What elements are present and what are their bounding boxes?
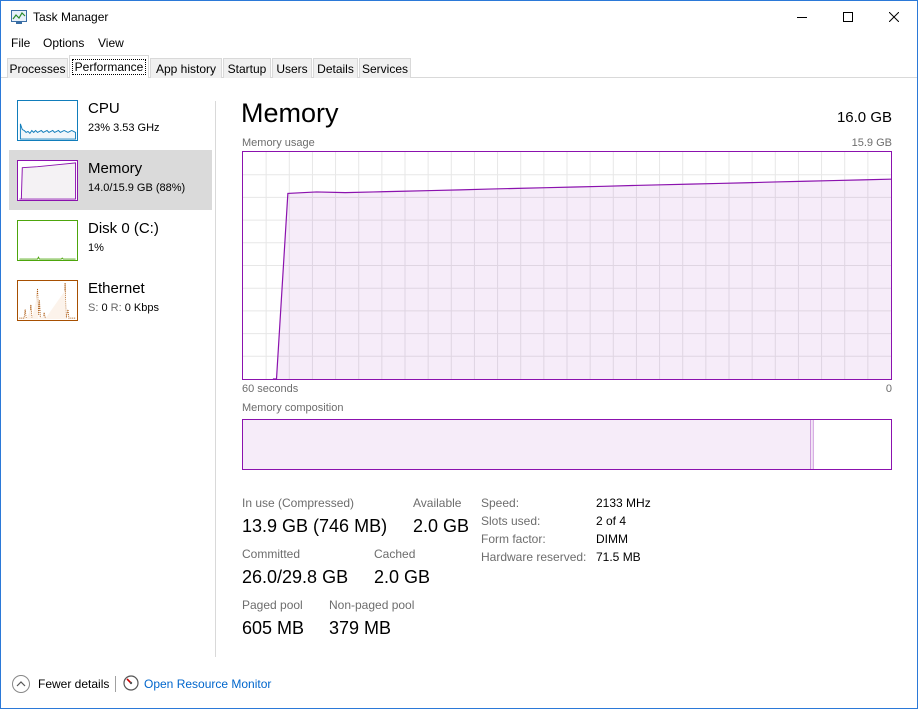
cpu-thumbnail-graph: [17, 100, 78, 141]
sidebar-memory-name: Memory: [88, 160, 143, 177]
tab-details-label: Details: [317, 61, 354, 76]
close-button[interactable]: [871, 1, 917, 32]
sidebar-memory-sub: 14.0/15.9 GB (88%): [88, 182, 186, 194]
ethernet-send-value: 0: [101, 302, 108, 314]
sidebar-disk-sub: 1%: [88, 242, 104, 254]
hardware-reserved-value: 71.5 MB: [596, 550, 641, 564]
fewer-details-link[interactable]: Fewer details: [38, 677, 109, 691]
task-manager-app-icon: [11, 10, 27, 24]
tab-services[interactable]: Services: [359, 58, 411, 78]
tab-startup[interactable]: Startup: [223, 58, 271, 78]
tab-strip: Processes Performance App history Startu…: [1, 55, 917, 78]
menu-view[interactable]: View: [98, 36, 124, 50]
nonpaged-pool-label: Non-paged pool: [329, 598, 415, 612]
in-use-value: 13.9 GB (746 MB): [242, 516, 388, 536]
task-manager-window: Task Manager File Options View Processes…: [0, 0, 918, 709]
ethernet-receive-value: 0 Kbps: [124, 302, 159, 314]
open-resource-monitor-link[interactable]: Open Resource Monitor: [144, 677, 271, 691]
graph-axis-left: 60 seconds: [242, 383, 299, 395]
tab-performance[interactable]: Performance: [69, 55, 149, 78]
tab-processes-label: Processes: [9, 61, 66, 76]
form-factor-label: Form factor:: [481, 532, 546, 546]
committed-label: Committed: [242, 547, 301, 561]
minimize-icon: [797, 16, 807, 18]
memory-total: 16.0 GB: [836, 109, 892, 126]
sidebar-ethernet-name: Ethernet: [88, 280, 145, 297]
maximize-button[interactable]: [825, 1, 871, 32]
disk-thumbnail-graph: [17, 220, 78, 261]
ethernet-send-label: S:: [88, 302, 99, 314]
tab-processes[interactable]: Processes: [7, 58, 68, 78]
graph-axis-right: 0: [885, 383, 892, 395]
close-icon: [889, 11, 899, 22]
hardware-reserved-label: Hardware reserved:: [481, 550, 587, 564]
memory-usage-area: [272, 179, 891, 379]
page-title: Memory: [241, 98, 339, 128]
available-value: 2.0 GB: [413, 516, 470, 536]
in-use-label: In use (Compressed): [242, 496, 355, 510]
tab-app-history-label: App history: [155, 61, 217, 76]
memory-usage-max: 15.9 GB: [851, 137, 892, 149]
tab-users[interactable]: Users: [272, 58, 312, 78]
chevron-up-glyph: [16, 681, 26, 687]
sidebar-item-memory[interactable]: Memory 14.0/15.9 GB (88%): [9, 150, 212, 210]
cached-value: 2.0 GB: [374, 567, 431, 587]
composition-in-use-segment: [243, 420, 811, 469]
menu-file[interactable]: File: [11, 36, 30, 50]
cached-label: Cached: [374, 547, 416, 561]
tab-details[interactable]: Details: [313, 58, 358, 78]
tab-startup-label: Startup: [227, 61, 267, 76]
sidebar-item-ethernet[interactable]: Ethernet S: 0 R: 0 Kbps: [9, 270, 212, 330]
tab-users-label: Users: [276, 61, 308, 76]
sidebar-item-disk[interactable]: Disk 0 (C:) 1%: [9, 210, 212, 270]
ethernet-thumbnail-graph: [17, 280, 78, 321]
sidebar-disk-name: Disk 0 (C:): [88, 220, 159, 237]
sidebar-cpu-sub: 23% 3.53 GHz: [88, 122, 160, 134]
committed-value: 26.0/29.8 GB: [242, 567, 349, 587]
footer: Fewer details Open Resource Monitor: [1, 671, 917, 701]
ethernet-receive-label: R:: [110, 302, 122, 314]
available-label: Available: [413, 496, 462, 510]
sidebar-cpu-name: CPU: [88, 100, 120, 117]
minimize-button[interactable]: [779, 1, 825, 32]
menu-bar: File Options View: [1, 32, 917, 54]
sidebar-divider: [215, 101, 216, 657]
memory-composition-bar[interactable]: [242, 419, 892, 470]
memory-composition-label: Memory composition: [242, 402, 344, 414]
maximize-icon: [843, 11, 853, 22]
tab-app-history[interactable]: App history: [150, 58, 222, 78]
window-title: Task Manager: [33, 10, 109, 24]
sidebar-ethernet-sub: S: 0 R: 0 Kbps: [88, 302, 159, 314]
memory-usage-label: Memory usage: [242, 137, 315, 149]
menu-options[interactable]: Options: [43, 36, 84, 50]
speed-label: Speed:: [481, 496, 520, 510]
resource-monitor-icon[interactable]: [123, 675, 139, 691]
nonpaged-pool-value: 379 MB: [329, 618, 392, 638]
memory-usage-graph: [242, 151, 892, 380]
resource-sidebar: CPU 23% 3.53 GHz Memory 14.0/15.9 GB (88…: [1, 79, 216, 657]
footer-separator: [115, 676, 116, 692]
sidebar-item-cpu[interactable]: CPU 23% 3.53 GHz: [9, 90, 212, 150]
speed-value: 2133 MHz: [596, 496, 651, 510]
tab-performance-label: Performance: [71, 59, 147, 75]
paged-pool-value: 605 MB: [242, 618, 305, 638]
title-bar[interactable]: Task Manager: [1, 1, 917, 32]
slots-used-label: Slots used:: [481, 514, 541, 528]
slots-used-value: 2 of 4: [596, 514, 627, 528]
tab-services-label: Services: [361, 61, 408, 76]
form-factor-value: DIMM: [596, 532, 628, 546]
memory-thumbnail-graph: [17, 160, 78, 201]
paged-pool-label: Paged pool: [242, 598, 303, 612]
chevron-up-icon[interactable]: [12, 675, 30, 693]
